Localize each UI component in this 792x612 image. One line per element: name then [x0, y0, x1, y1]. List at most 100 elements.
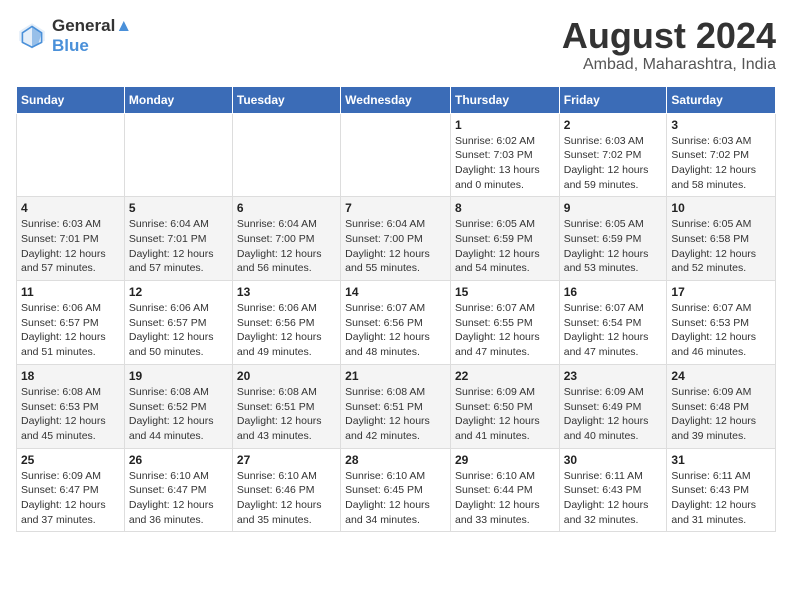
table-row: 27 Sunrise: 6:10 AM Sunset: 6:46 PM Dayli… [232, 448, 340, 532]
table-row: 4 Sunrise: 6:03 AM Sunset: 7:01 PM Daylig… [17, 197, 125, 281]
day-info: Sunrise: 6:08 AM Sunset: 6:51 PM Dayligh… [345, 385, 446, 444]
table-row: 7Sunrise: 6:04 AM Sunset: 7:00 PM Daylig… [341, 197, 451, 281]
day-info: Sunrise: 6:04 AM Sunset: 7:01 PM Dayligh… [129, 217, 228, 276]
day-info: Sunrise: 6:05 AM Sunset: 6:58 PM Dayligh… [671, 217, 771, 276]
col-saturday: Saturday [667, 86, 776, 113]
calendar-header-row: Sunday Monday Tuesday Wednesday Thursday… [17, 86, 776, 113]
day-info: Sunrise: 6:04 AM Sunset: 7:00 PM Dayligh… [345, 217, 446, 276]
table-row: 11Sunrise: 6:06 AM Sunset: 6:57 PM Dayli… [17, 281, 125, 365]
col-friday: Friday [559, 86, 667, 113]
day-number: 15 [455, 285, 555, 299]
calendar-week-row: 25 Sunrise: 6:09 AM Sunset: 6:47 PM Dayli… [17, 448, 776, 532]
table-row: 6 Sunrise: 6:04 AM Sunset: 7:00 PM Daylig… [232, 197, 340, 281]
day-number: 9 [564, 201, 663, 215]
day-number: 19 [129, 369, 228, 383]
day-number: 6 [237, 201, 336, 215]
day-info: Sunrise: 6:05 AM Sunset: 6:59 PM Dayligh… [564, 217, 663, 276]
table-row: 13 Sunrise: 6:06 AM Sunset: 6:56 PM Dayli… [232, 281, 340, 365]
day-number: 4 [21, 201, 120, 215]
table-row: 30 Sunrise: 6:11 AM Sunset: 6:43 PM Dayli… [559, 448, 667, 532]
day-info: Sunrise: 6:11 AM Sunset: 6:43 PM Dayligh… [671, 469, 771, 528]
day-number: 29 [455, 453, 555, 467]
day-info: Sunrise: 6:10 AM Sunset: 6:44 PM Dayligh… [455, 469, 555, 528]
table-row: 2 Sunrise: 6:03 AM Sunset: 7:02 PM Daylig… [559, 113, 667, 197]
table-row: 29 Sunrise: 6:10 AM Sunset: 6:44 PM Dayli… [450, 448, 559, 532]
day-info: Sunrise: 6:09 AM Sunset: 6:49 PM Dayligh… [564, 385, 663, 444]
day-info: Sunrise: 6:05 AM Sunset: 6:59 PM Dayligh… [455, 217, 555, 276]
table-row: 15Sunrise: 6:07 AM Sunset: 6:55 PM Dayli… [450, 281, 559, 365]
table-row: 1Sunrise: 6:02 AM Sunset: 7:03 PM Daylig… [450, 113, 559, 197]
table-row: 9 Sunrise: 6:05 AM Sunset: 6:59 PM Daylig… [559, 197, 667, 281]
table-row: 12Sunrise: 6:06 AM Sunset: 6:57 PM Dayli… [124, 281, 232, 365]
table-row: 23 Sunrise: 6:09 AM Sunset: 6:49 PM Dayli… [559, 364, 667, 448]
calendar-week-row: 1Sunrise: 6:02 AM Sunset: 7:03 PM Daylig… [17, 113, 776, 197]
table-row: 19 Sunrise: 6:08 AM Sunset: 6:52 PM Dayli… [124, 364, 232, 448]
col-monday: Monday [124, 86, 232, 113]
table-row [232, 113, 340, 197]
table-row [341, 113, 451, 197]
day-info: Sunrise: 6:08 AM Sunset: 6:53 PM Dayligh… [21, 385, 120, 444]
day-number: 27 [237, 453, 336, 467]
day-info: Sunrise: 6:08 AM Sunset: 6:51 PM Dayligh… [237, 385, 336, 444]
table-row: 5 Sunrise: 6:04 AM Sunset: 7:01 PM Daylig… [124, 197, 232, 281]
calendar-week-row: 4 Sunrise: 6:03 AM Sunset: 7:01 PM Daylig… [17, 197, 776, 281]
logo-icon [16, 20, 48, 52]
page-subtitle: Ambad, Maharashtra, India [562, 56, 776, 74]
table-row [17, 113, 125, 197]
day-number: 28 [345, 453, 446, 467]
logo-line1: General▲ [52, 16, 132, 36]
day-number: 23 [564, 369, 663, 383]
day-number: 5 [129, 201, 228, 215]
day-number: 17 [671, 285, 771, 299]
day-number: 8 [455, 201, 555, 215]
day-info: Sunrise: 6:08 AM Sunset: 6:52 PM Dayligh… [129, 385, 228, 444]
day-info: Sunrise: 6:04 AM Sunset: 7:00 PM Dayligh… [237, 217, 336, 276]
day-info: Sunrise: 6:07 AM Sunset: 6:54 PM Dayligh… [564, 301, 663, 360]
day-number: 20 [237, 369, 336, 383]
table-row: 18 Sunrise: 6:08 AM Sunset: 6:53 PM Dayli… [17, 364, 125, 448]
day-info: Sunrise: 6:11 AM Sunset: 6:43 PM Dayligh… [564, 469, 663, 528]
table-row: 16 Sunrise: 6:07 AM Sunset: 6:54 PM Dayli… [559, 281, 667, 365]
day-info: Sunrise: 6:06 AM Sunset: 6:56 PM Dayligh… [237, 301, 336, 360]
page-title: August 2024 [562, 16, 776, 56]
table-row: 22 Sunrise: 6:09 AM Sunset: 6:50 PM Dayli… [450, 364, 559, 448]
table-row: 8 Sunrise: 6:05 AM Sunset: 6:59 PM Daylig… [450, 197, 559, 281]
day-info: Sunrise: 6:03 AM Sunset: 7:02 PM Dayligh… [671, 134, 771, 193]
day-info: Sunrise: 6:07 AM Sunset: 6:56 PM Dayligh… [345, 301, 446, 360]
day-number: 26 [129, 453, 228, 467]
day-number: 18 [21, 369, 120, 383]
day-number: 2 [564, 118, 663, 132]
day-number: 14 [345, 285, 446, 299]
col-thursday: Thursday [450, 86, 559, 113]
day-info: Sunrise: 6:06 AM Sunset: 6:57 PM Dayligh… [129, 301, 228, 360]
day-info: Sunrise: 6:10 AM Sunset: 6:47 PM Dayligh… [129, 469, 228, 528]
day-info: Sunrise: 6:09 AM Sunset: 6:48 PM Dayligh… [671, 385, 771, 444]
day-number: 31 [671, 453, 771, 467]
table-row: 10 Sunrise: 6:05 AM Sunset: 6:58 PM Dayli… [667, 197, 776, 281]
day-number: 16 [564, 285, 663, 299]
day-info: Sunrise: 6:02 AM Sunset: 7:03 PM Dayligh… [455, 134, 555, 193]
day-number: 10 [671, 201, 771, 215]
day-number: 24 [671, 369, 771, 383]
day-number: 22 [455, 369, 555, 383]
day-number: 30 [564, 453, 663, 467]
day-info: Sunrise: 6:09 AM Sunset: 6:50 PM Dayligh… [455, 385, 555, 444]
calendar-week-row: 11Sunrise: 6:06 AM Sunset: 6:57 PM Dayli… [17, 281, 776, 365]
col-tuesday: Tuesday [232, 86, 340, 113]
table-row: 20 Sunrise: 6:08 AM Sunset: 6:51 PM Dayli… [232, 364, 340, 448]
col-sunday: Sunday [17, 86, 125, 113]
day-number: 3 [671, 118, 771, 132]
table-row: 31 Sunrise: 6:11 AM Sunset: 6:43 PM Dayli… [667, 448, 776, 532]
day-info: Sunrise: 6:03 AM Sunset: 7:01 PM Dayligh… [21, 217, 120, 276]
col-wednesday: Wednesday [341, 86, 451, 113]
day-number: 21 [345, 369, 446, 383]
day-number: 13 [237, 285, 336, 299]
day-info: Sunrise: 6:10 AM Sunset: 6:46 PM Dayligh… [237, 469, 336, 528]
day-info: Sunrise: 6:06 AM Sunset: 6:57 PM Dayligh… [21, 301, 120, 360]
day-info: Sunrise: 6:03 AM Sunset: 7:02 PM Dayligh… [564, 134, 663, 193]
table-row: 17Sunrise: 6:07 AM Sunset: 6:53 PM Dayli… [667, 281, 776, 365]
day-number: 25 [21, 453, 120, 467]
calendar-week-row: 18 Sunrise: 6:08 AM Sunset: 6:53 PM Dayli… [17, 364, 776, 448]
day-info: Sunrise: 6:09 AM Sunset: 6:47 PM Dayligh… [21, 469, 120, 528]
table-row: 21 Sunrise: 6:08 AM Sunset: 6:51 PM Dayli… [341, 364, 451, 448]
